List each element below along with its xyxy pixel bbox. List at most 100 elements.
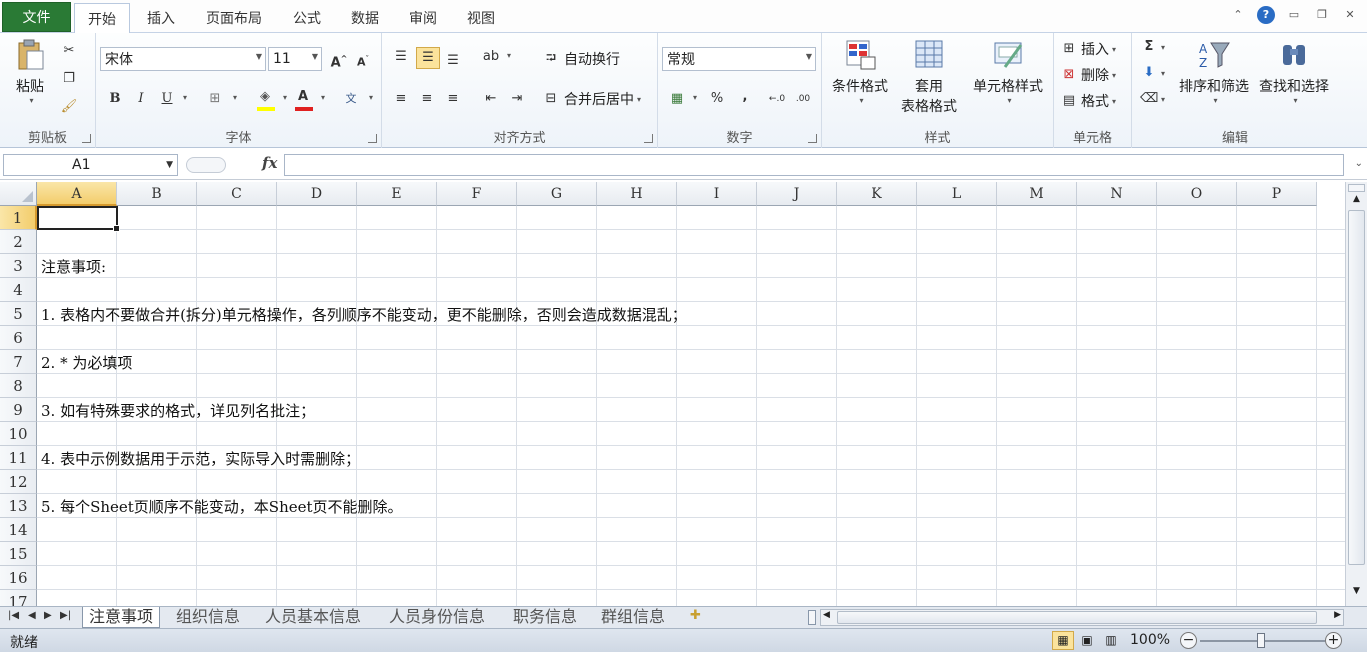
help-icon[interactable]: ?	[1257, 6, 1275, 24]
scroll-left-icon[interactable]: ◀	[823, 610, 830, 620]
row-header[interactable]: 17	[0, 590, 37, 606]
column-header[interactable]: J	[757, 182, 837, 206]
find-select-button[interactable]: 查找和选择 ▾	[1254, 39, 1334, 105]
chevron-down-icon[interactable]: ▾	[507, 51, 511, 60]
sheet-tab-person-basic[interactable]: 人员基本信息	[259, 607, 367, 628]
tab-data[interactable]: 数据	[342, 4, 388, 32]
number-launcher-icon[interactable]	[808, 134, 817, 143]
cell-styles-button[interactable]: 单元格样式 ▾	[968, 39, 1048, 105]
row-header[interactable]: 5	[0, 302, 37, 326]
align-bottom-icon[interactable]: ☰	[444, 53, 462, 69]
copy-icon[interactable]: ❐	[60, 71, 78, 87]
row-header[interactable]: 9	[0, 398, 37, 422]
row-header[interactable]: 1	[0, 206, 37, 230]
row-header[interactable]: 12	[0, 470, 37, 494]
cell-a3[interactable]: 注意事项:	[41, 256, 106, 277]
row-header[interactable]: 4	[0, 278, 37, 302]
format-cells-button[interactable]: ▤ 格式 ▾	[1060, 91, 1116, 111]
column-header[interactable]: E	[357, 182, 437, 206]
close-icon[interactable]: ✕	[1341, 6, 1359, 24]
column-header[interactable]: M	[997, 182, 1077, 206]
sheet-tab-group[interactable]: 群组信息	[595, 607, 671, 628]
collapse-ribbon-icon[interactable]: ⌃	[1229, 6, 1247, 24]
currency-icon[interactable]: ▦	[668, 91, 686, 107]
insert-function-icon[interactable]: fx	[262, 154, 277, 172]
sheet-tab-person-identity[interactable]: 人员身份信息	[383, 607, 491, 628]
row-header[interactable]: 15	[0, 542, 37, 566]
row-header[interactable]: 14	[0, 518, 37, 542]
new-sheet-icon[interactable]: ✚	[690, 608, 701, 623]
page-break-view-icon[interactable]: ▥	[1100, 631, 1122, 650]
cell-a7[interactable]: 2. * 为必填项	[41, 352, 132, 373]
prev-sheet-icon[interactable]: ◀	[28, 610, 36, 621]
next-sheet-icon[interactable]: ▶	[44, 610, 52, 621]
column-header[interactable]: I	[677, 182, 757, 206]
split-handle[interactable]	[1348, 184, 1365, 192]
format-painter-icon[interactable]: 🖌	[60, 99, 78, 115]
insert-cells-button[interactable]: ⊞ 插入 ▾	[1060, 39, 1116, 59]
sheet-tab-notes[interactable]: 注意事项	[82, 607, 161, 628]
chevron-down-icon[interactable]: ▾	[369, 93, 373, 102]
column-header[interactable]: N	[1077, 182, 1157, 206]
scroll-down-icon[interactable]: ▼	[1346, 586, 1367, 600]
row-header[interactable]: 11	[0, 446, 37, 470]
column-header[interactable]: K	[837, 182, 917, 206]
cell-a9[interactable]: 3. 如有特殊要求的格式，详见列名批注；	[41, 400, 315, 421]
restore-icon[interactable]: ❐	[1313, 6, 1331, 24]
sort-filter-button[interactable]: A Z 排序和筛选 ▾	[1174, 39, 1254, 105]
expand-formula-icon[interactable]: ⌄	[1355, 158, 1363, 169]
zoom-slider-thumb[interactable]	[1257, 633, 1265, 648]
row-header[interactable]: 3	[0, 254, 37, 278]
scroll-up-icon[interactable]: ▲	[1346, 194, 1367, 208]
row-header[interactable]: 7	[0, 350, 37, 374]
decrease-indent-icon[interactable]: ⇤	[482, 91, 500, 107]
row-header[interactable]: 16	[0, 566, 37, 590]
tab-split-handle[interactable]	[808, 610, 816, 625]
minimize-icon[interactable]: ▭	[1285, 6, 1303, 24]
align-top-icon[interactable]: ☰	[392, 49, 410, 65]
clipboard-launcher-icon[interactable]	[82, 134, 91, 143]
column-header[interactable]: D	[277, 182, 357, 206]
phonetic-icon[interactable]: 文	[342, 91, 360, 107]
row-header[interactable]: 2	[0, 230, 37, 254]
alignment-launcher-icon[interactable]	[644, 134, 653, 143]
horizontal-scroll-thumb[interactable]	[837, 611, 1317, 624]
bold-icon[interactable]: B	[106, 91, 124, 107]
chevron-down-icon[interactable]: ▼	[166, 155, 173, 175]
decrease-decimal-icon[interactable]: .00	[794, 91, 812, 107]
fill-color-button[interactable]: ◈	[256, 89, 278, 111]
row-header[interactable]: 13	[0, 494, 37, 518]
tab-formulas[interactable]: 公式	[284, 4, 330, 32]
active-cell-cursor[interactable]	[37, 206, 120, 232]
wrap-text-button[interactable]: ⮒ 自动换行	[542, 49, 620, 69]
tab-file[interactable]: 文件	[2, 2, 71, 32]
align-right-icon[interactable]: ≡	[444, 91, 462, 107]
increase-indent-icon[interactable]: ⇥	[508, 91, 526, 107]
orientation-icon[interactable]: ab	[482, 49, 500, 65]
grow-font-icon[interactable]: A^	[330, 51, 348, 70]
autosum-button[interactable]: Σ ▾	[1140, 39, 1165, 55]
vertical-scrollbar[interactable]: ▲ ▼	[1345, 182, 1367, 606]
zoom-level[interactable]: 100%	[1130, 632, 1170, 648]
tab-insert[interactable]: 插入	[138, 4, 184, 32]
merge-center-button[interactable]: ⊟ 合并后居中 ▾	[542, 89, 641, 109]
number-format-combo[interactable]: 常规 ▼	[662, 47, 816, 71]
align-left-icon[interactable]: ≡	[392, 91, 410, 107]
cell-a11[interactable]: 4. 表中示例数据用于示范，实际导入时需删除；	[41, 448, 360, 469]
row-header[interactable]: 8	[0, 374, 37, 398]
clear-button[interactable]: ⌫ ▾	[1140, 91, 1165, 107]
cell-a5[interactable]: 1. 表格内不要做合并(拆分)单元格操作，各列顺序不能变动，更不能删除，否则会造…	[41, 304, 687, 325]
tab-home[interactable]: 开始	[74, 3, 130, 34]
paste-button[interactable]: 粘贴 ▾	[8, 39, 52, 105]
name-box[interactable]: A1 ▼	[3, 154, 178, 176]
borders-icon[interactable]: ⊞	[206, 91, 224, 107]
chevron-down-icon[interactable]: ▾	[693, 93, 697, 102]
align-center-icon[interactable]: ≡	[418, 91, 436, 107]
delete-cells-button[interactable]: ⊠ 删除 ▾	[1060, 65, 1116, 85]
last-sheet-icon[interactable]: ▶|	[60, 610, 71, 621]
column-header[interactable]: L	[917, 182, 997, 206]
cut-icon[interactable]: ✂	[60, 43, 78, 59]
chevron-down-icon[interactable]: ▾	[233, 93, 237, 102]
chevron-down-icon[interactable]: ▾	[183, 93, 187, 102]
column-header[interactable]: H	[597, 182, 677, 206]
